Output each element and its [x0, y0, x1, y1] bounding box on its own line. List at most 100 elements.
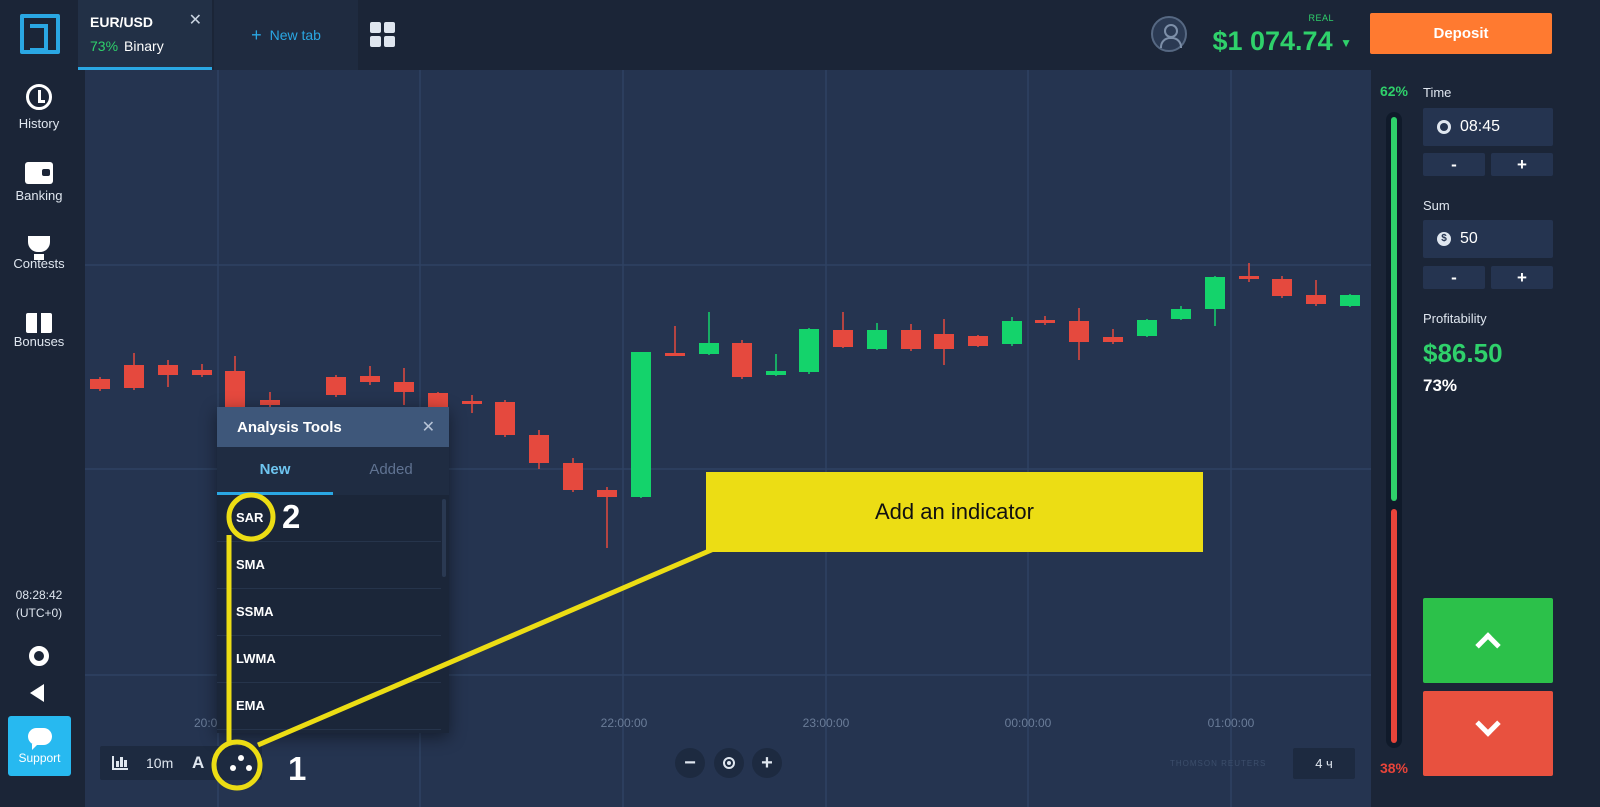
asset-tab-subtitle: 73% Binary	[90, 38, 164, 54]
price-chart[interactable]: 20:00 22:00:00 23:00:00 00:00:00 01:00:0…	[85, 70, 1371, 807]
balance-value: $1 074.74	[1212, 26, 1333, 56]
candle-up	[766, 371, 786, 375]
candle-down	[597, 490, 617, 497]
chart-type-icon[interactable]	[112, 756, 128, 770]
tab-added[interactable]: Added	[333, 447, 449, 495]
candle-down	[225, 371, 245, 410]
drawing-tools-icon[interactable]: A	[192, 753, 204, 773]
asset-tab-payout: 73%	[90, 38, 119, 54]
new-tab-label: New tab	[269, 27, 321, 43]
candle-down	[90, 379, 110, 389]
sidebar-item-history[interactable]: History	[0, 84, 78, 131]
call-up-button[interactable]	[1423, 598, 1553, 683]
sidebar-item-label: Bonuses	[13, 334, 65, 349]
trophy-icon	[28, 236, 50, 260]
candle-down	[360, 376, 380, 382]
tab-new[interactable]: New	[217, 447, 333, 495]
candle-down	[394, 382, 414, 392]
candle-down	[428, 393, 448, 408]
chat-bubble-icon	[27, 728, 52, 750]
sidebar-item-bonuses[interactable]: Bonuses	[0, 308, 78, 349]
candle-down	[833, 330, 853, 347]
profit-percent: 73%	[1423, 376, 1458, 395]
deposit-button[interactable]: Deposit	[1370, 13, 1552, 54]
avatar[interactable]	[1151, 16, 1187, 52]
sentiment-meter: 62% 38%	[1372, 70, 1416, 807]
candle-down	[495, 402, 515, 435]
chevron-down-icon	[1475, 711, 1501, 737]
asset-tab-eurusd[interactable]: EUR/USD 73% Binary ✕	[78, 0, 212, 70]
indicator-item-sar[interactable]: SAR	[217, 495, 441, 542]
plus-icon: +	[251, 24, 262, 45]
candle-up	[631, 352, 651, 497]
candle-down	[1035, 320, 1055, 323]
logo-icon[interactable]	[20, 14, 60, 54]
sum-increase-button[interactable]: +	[1491, 266, 1553, 289]
put-down-button[interactable]	[1423, 691, 1553, 776]
sum-label: Sum	[1423, 198, 1450, 213]
server-clock: 08:28:42 (UTC+0)	[0, 586, 78, 622]
candle-down	[665, 353, 685, 356]
close-icon[interactable]: ✕	[422, 417, 435, 437]
time-range-button[interactable]: 4 ч	[1293, 748, 1355, 779]
reset-zoom-button[interactable]	[714, 748, 744, 778]
candle-up	[1205, 277, 1225, 309]
speaker-icon[interactable]	[30, 684, 44, 702]
candle-down	[1306, 295, 1326, 304]
indicator-item-ssma[interactable]: SSMA	[217, 589, 441, 636]
close-icon[interactable]: ✕	[189, 10, 202, 30]
analysis-tools-panel: Analysis Tools ✕ New Added SAR SMA SSMA …	[217, 407, 449, 733]
sidebar-item-contests[interactable]: Contests	[0, 234, 78, 271]
gear-icon[interactable]	[29, 646, 49, 666]
timeframe-selector[interactable]: 10m	[146, 755, 173, 771]
candle-down	[901, 330, 921, 349]
indicators-icon[interactable]	[229, 752, 253, 774]
candle-down	[1069, 321, 1089, 342]
indicator-item-ema[interactable]: EMA	[217, 683, 441, 730]
gift-icon	[26, 313, 52, 333]
support-button[interactable]: Support	[8, 716, 71, 776]
step-number-2: 2	[282, 498, 301, 535]
account-balance[interactable]: $1 074.74 ▼	[1200, 26, 1352, 57]
candle-down	[1239, 276, 1259, 279]
analysis-tools-header: Analysis Tools ✕	[217, 407, 449, 447]
x-tick-label: 00:00:00	[1004, 716, 1052, 730]
time-increase-button[interactable]: +	[1491, 153, 1553, 176]
candle-down	[563, 463, 583, 490]
thomson-reuters-watermark: THOMSON REUTERS	[1170, 759, 1267, 768]
target-icon	[723, 757, 735, 769]
trade-panel: Time 08:45 - + Sum $ 50 - + Profitabilit…	[1416, 70, 1600, 807]
candle-down	[732, 343, 752, 377]
dollar-icon: $	[1437, 232, 1451, 246]
new-tab-button[interactable]: + New tab	[214, 0, 358, 70]
analysis-tools-tabs: New Added	[217, 447, 449, 495]
indicator-item-lwma[interactable]: LWMA	[217, 636, 441, 683]
clock-time: 08:28:42	[15, 588, 63, 602]
zoom-out-button[interactable]: −	[675, 748, 705, 778]
chevron-up-icon	[1475, 632, 1501, 658]
sum-decrease-button[interactable]: -	[1423, 266, 1485, 289]
top-bar: EUR/USD 73% Binary ✕ + New tab REAL $1 07…	[0, 0, 1600, 70]
clock-timezone: (UTC+0)	[15, 606, 63, 620]
time-decrease-button[interactable]: -	[1423, 153, 1485, 176]
sidebar-item-banking[interactable]: Banking	[0, 160, 78, 203]
x-tick-label: 22:00:00	[600, 716, 648, 730]
sentiment-up-bar	[1391, 117, 1397, 502]
step-number-1: 1	[288, 750, 307, 787]
indicator-item-sma[interactable]: SMA	[217, 542, 441, 589]
zoom-in-button[interactable]: +	[752, 748, 782, 778]
candle-down	[462, 401, 482, 404]
candle-down	[968, 336, 988, 346]
clock-icon	[1437, 120, 1451, 134]
asset-tab-pair: EUR/USD	[90, 14, 154, 30]
candle-up	[1137, 320, 1157, 336]
candle-down	[326, 377, 346, 395]
time-input[interactable]: 08:45	[1423, 108, 1553, 146]
panel-scrollbar[interactable]	[442, 499, 446, 577]
candle-up	[1340, 295, 1360, 306]
sum-input[interactable]: $ 50	[1423, 220, 1553, 258]
candle-down	[934, 334, 954, 349]
grid-layout-icon[interactable]	[370, 22, 396, 48]
sentiment-up-pct: 62%	[1379, 83, 1409, 99]
support-label: Support	[18, 751, 61, 765]
